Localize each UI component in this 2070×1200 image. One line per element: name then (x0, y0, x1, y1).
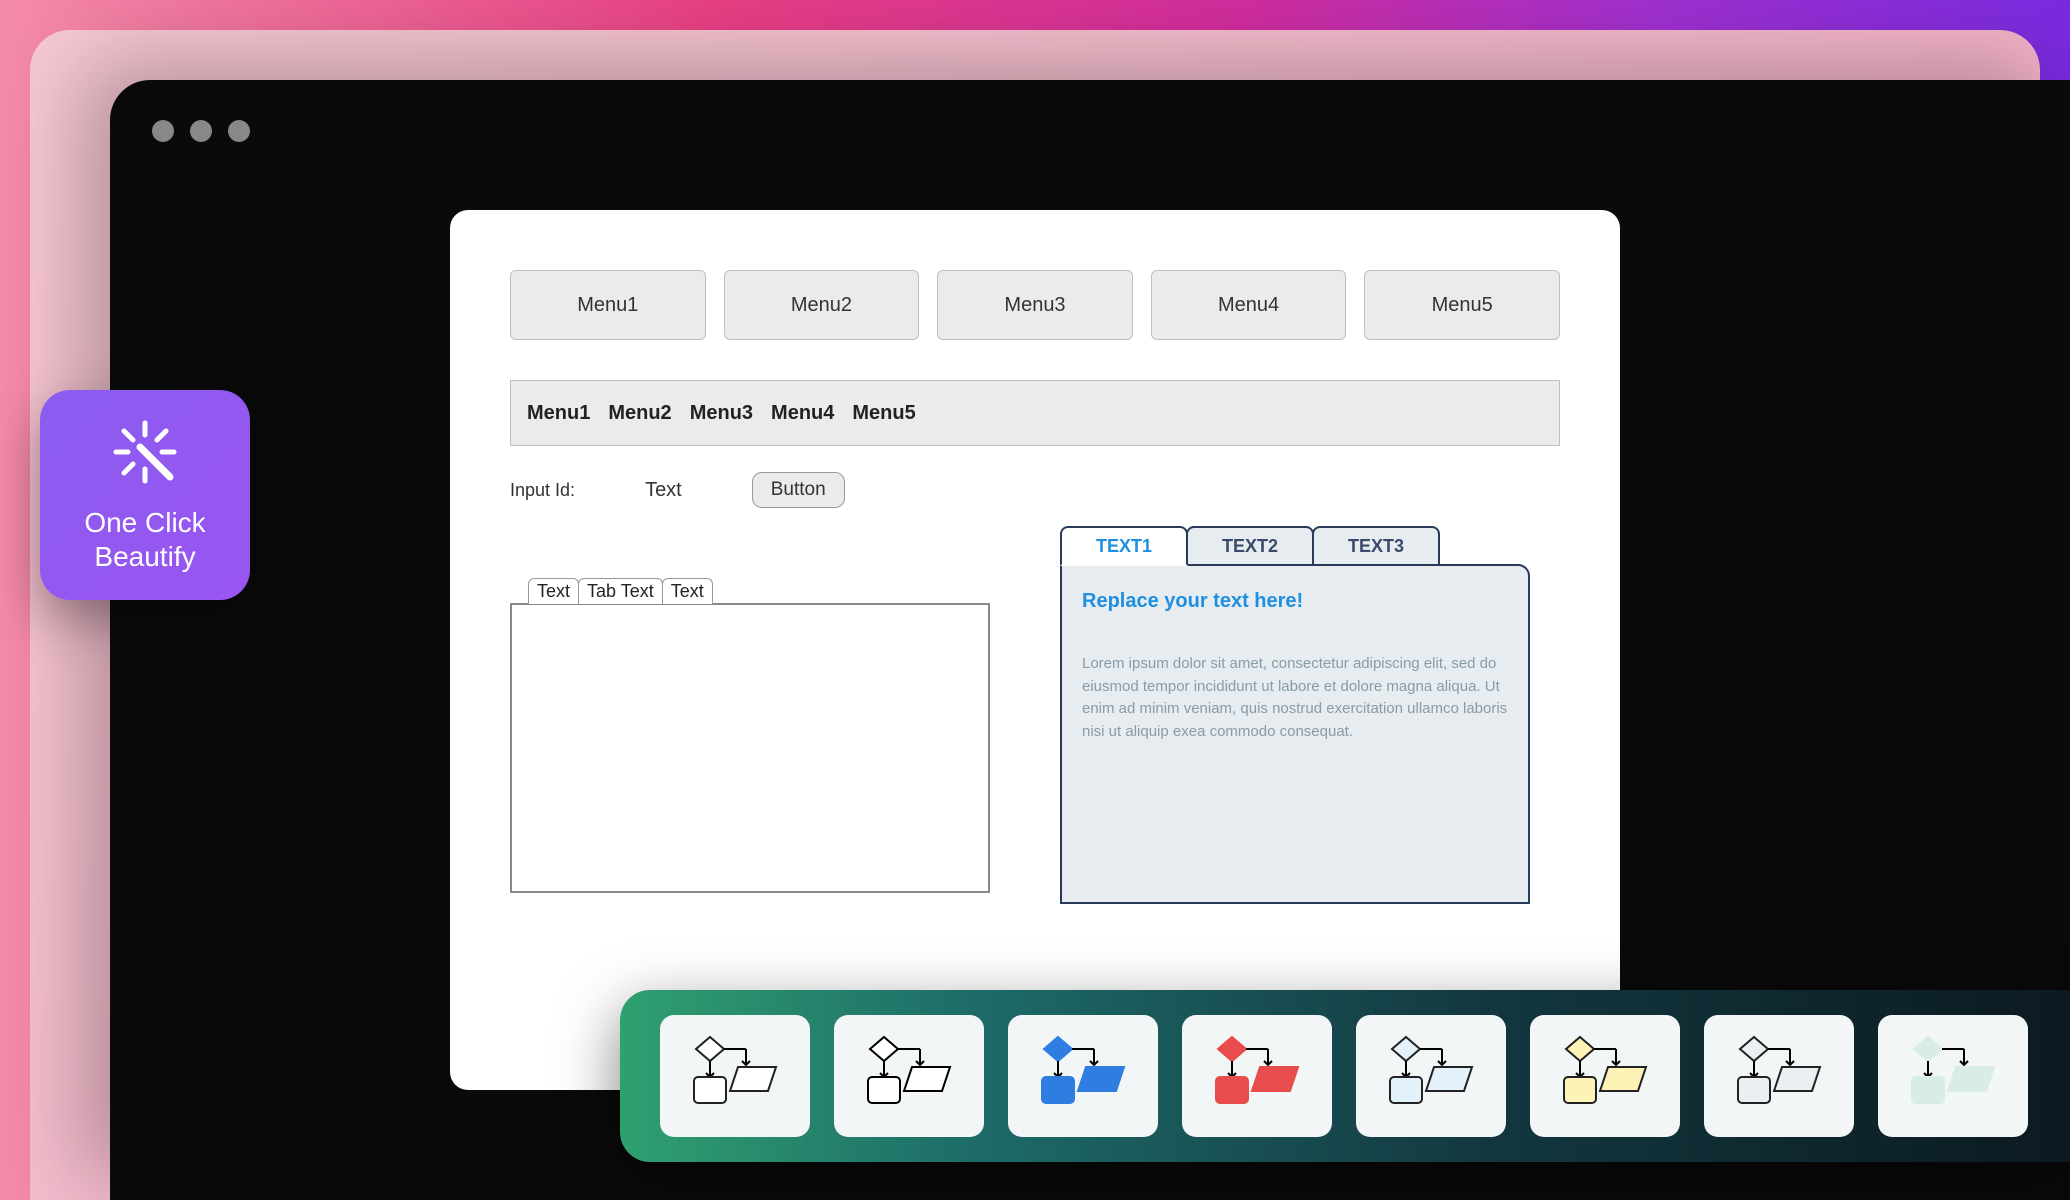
theme-card-blue[interactable] (1008, 1015, 1158, 1137)
input-id-field[interactable]: Text (645, 479, 682, 502)
flowchart-icon (1028, 1029, 1138, 1124)
menu-buttons-row: Menu1 Menu2 Menu3 Menu4 Menu5 (510, 270, 1560, 340)
right-tabs-panel: TEXT1 TEXT2 TEXT3 Replace your text here… (1060, 526, 1530, 904)
panels-row: Text Tab Text Text TEXT1 TEXT2 TEXT3 Rep… (510, 578, 1560, 956)
left-tabs: Text Tab Text Text (528, 578, 990, 604)
flowchart-icon (680, 1029, 790, 1124)
wireframe-canvas: Menu1 Menu2 Menu3 Menu4 Menu5 Menu1 Menu… (450, 210, 1620, 1090)
beautify-label-line2: Beautify (94, 540, 195, 574)
theme-card-light-yellow[interactable] (1530, 1015, 1680, 1137)
left-tab-1[interactable]: Text (528, 578, 579, 604)
left-tabs-panel: Text Tab Text Text (510, 578, 990, 893)
theme-card-light-gray[interactable] (1704, 1015, 1854, 1137)
window-close-icon[interactable] (152, 120, 174, 142)
theme-card-default-white[interactable] (660, 1015, 810, 1137)
theme-tray (620, 990, 2070, 1162)
theme-card-red[interactable] (1182, 1015, 1332, 1137)
menu-bar-item-5[interactable]: Menu5 (852, 402, 915, 425)
sparkle-icon (110, 417, 180, 492)
menu-button-2[interactable]: Menu2 (724, 270, 920, 340)
menu-bar: Menu1 Menu2 Menu3 Menu4 Menu5 (510, 380, 1560, 446)
theme-card-light-teal[interactable] (1878, 1015, 2028, 1137)
window-maximize-icon[interactable] (228, 120, 250, 142)
right-panel-body: Lorem ipsum dolor sit amet, consectetur … (1082, 653, 1508, 743)
menu-button-1[interactable]: Menu1 (510, 270, 706, 340)
left-tab-2[interactable]: Tab Text (578, 578, 663, 604)
flowchart-icon (854, 1029, 964, 1124)
left-tab-3[interactable]: Text (662, 578, 713, 604)
input-id-label: Input Id: (510, 480, 575, 501)
left-tab-content (510, 603, 990, 893)
beautify-label-line1: One Click (84, 506, 205, 540)
menu-button-5[interactable]: Menu5 (1364, 270, 1560, 340)
theme-card-outline-black[interactable] (834, 1015, 984, 1137)
one-click-beautify-badge[interactable]: One Click Beautify (40, 390, 250, 600)
window-controls (152, 120, 250, 142)
menu-bar-item-4[interactable]: Menu4 (771, 402, 834, 425)
window-minimize-icon[interactable] (190, 120, 212, 142)
right-tabs: TEXT1 TEXT2 TEXT3 (1060, 526, 1530, 566)
right-tab-content: Replace your text here! Lorem ipsum dolo… (1060, 564, 1530, 904)
menu-bar-item-3[interactable]: Menu3 (690, 402, 753, 425)
flowchart-icon (1898, 1029, 2008, 1124)
right-tab-3[interactable]: TEXT3 (1312, 526, 1440, 566)
theme-card-light-blue[interactable] (1356, 1015, 1506, 1137)
menu-bar-item-2[interactable]: Menu2 (608, 402, 671, 425)
input-form-row: Input Id: Text Button (510, 472, 1560, 508)
form-button[interactable]: Button (752, 472, 845, 508)
menu-bar-item-1[interactable]: Menu1 (527, 402, 590, 425)
menu-button-4[interactable]: Menu4 (1151, 270, 1347, 340)
right-tab-2[interactable]: TEXT2 (1186, 526, 1314, 566)
flowchart-icon (1376, 1029, 1486, 1124)
menu-button-3[interactable]: Menu3 (937, 270, 1133, 340)
flowchart-icon (1202, 1029, 1312, 1124)
flowchart-icon (1724, 1029, 1834, 1124)
flowchart-icon (1550, 1029, 1660, 1124)
right-panel-heading: Replace your text here! (1082, 590, 1508, 613)
right-tab-1[interactable]: TEXT1 (1060, 526, 1188, 566)
